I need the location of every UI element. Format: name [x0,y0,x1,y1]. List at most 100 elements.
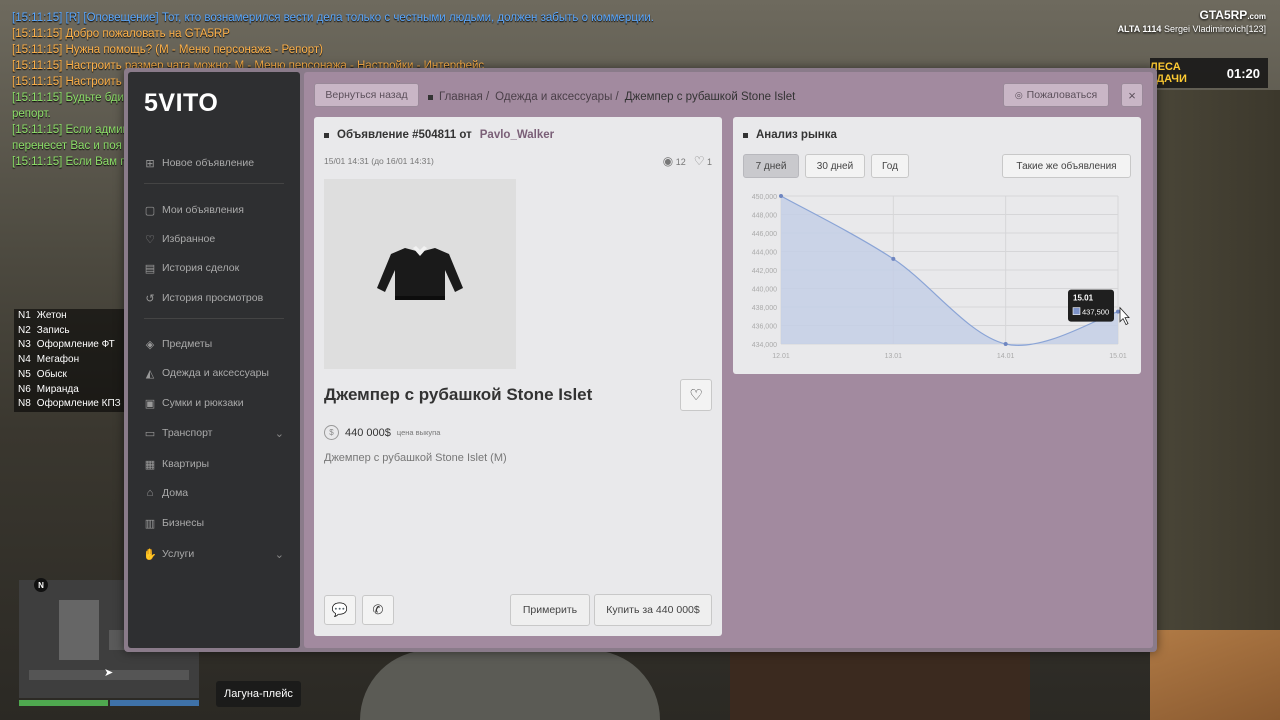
player-arrow-icon: ➤ [104,667,114,679]
try-on-button[interactable]: Примерить [510,594,590,626]
key-label: Запись [36,324,70,336]
buy-button[interactable]: Купить за 440 000$ [594,594,712,626]
coin-icon: $ [324,425,339,440]
tooltip-value: 437,500 [1082,308,1109,317]
sidebar-item-new-ad[interactable]: ⊞ Новое объявление [144,153,284,173]
sidebar-item-bags[interactable]: ▣ Сумки и рюкзаки [144,393,284,413]
phone-icon: ✆ [372,602,384,617]
ad-card: Объявление #504811 от Pavlo_Walker 15/01… [314,117,722,636]
chat-line: [15:11:15] Нужна помощь? (M - Меню персо… [12,44,323,56]
message-button[interactable]: 💬 [324,595,356,625]
same-ads-button[interactable]: Такие же объявления [1002,154,1131,178]
breadcrumb-current: Джемпер с рубашкой Stone Islet [624,91,796,103]
north-indicator: N [34,578,48,592]
breadcrumb-category[interactable]: Одежда и аксессуары / [495,91,619,103]
event-label: ЛЕСА УДАЧИ [1150,61,1187,85]
sidebar-item-views[interactable]: ↺ История просмотров [144,288,284,308]
key-label: Оформление ФТ [36,339,115,351]
y-tick-label: 450,000 [752,194,777,201]
key-code: N1 [18,310,31,321]
tab-year[interactable]: Год [871,154,909,178]
sidebar-item-label: Дома [162,487,189,499]
divider [144,183,284,184]
key-hint: N2 Запись [14,323,125,339]
sidebar-item-houses[interactable]: ⌂ Дома [144,483,284,503]
sidebar-item-label: Одежда и аксессуары [162,367,269,379]
sidebar-item-label: Новое объявление [162,157,255,169]
key-code: N6 [18,383,31,395]
back-button[interactable]: Вернуться назад [314,83,419,107]
y-tick-label: 446,000 [752,231,777,238]
series-area [781,196,1118,346]
bullet-icon [743,132,748,138]
favorite-button[interactable]: ♡ [680,379,712,411]
y-tick-label: 444,000 [752,250,777,257]
box-icon: ◈ [145,338,155,351]
key-code: N4 [18,354,31,366]
document-icon: ▤ [144,262,156,275]
close-button[interactable]: × [1121,83,1143,107]
sidebar-item-my-ads[interactable]: ▢ Мои объявления [144,200,284,220]
mouse-cursor-icon [1119,306,1130,326]
sidebar-item-favorites[interactable]: ♡ Избранное [144,229,284,249]
key-hint: N3 Оформление ФТ [14,338,125,354]
sidebar-item-label: Предметы [162,338,213,350]
sidebar-item-clothes[interactable]: ◭ Одежда и аксессуары [144,363,284,383]
x-tick-label: 12.01 [772,353,790,360]
y-tick-label: 440,000 [752,287,777,294]
sidebar-item-deals[interactable]: ▤ История сделок [144,258,284,278]
tab-30-days[interactable]: 30 дней [805,154,865,178]
key-label: Обыск [36,368,67,380]
sidebar-item-services[interactable]: ✋ Услуги ⌄ [143,544,284,564]
tooltip-swatch [1072,307,1081,315]
heart-icon: ♡ [689,387,703,404]
views-stat: ◉ 12 [663,154,686,168]
item-description: Джемпер с рубашкой Stone Islet (M) [324,452,507,464]
data-point [891,256,896,261]
sidebar-item-label: Сумки и рюкзаки [162,397,244,409]
sidebar-item-business[interactable]: ▥ Бизнесы [144,513,284,533]
sidebar-item-apartments[interactable]: ▦ Квартиры [144,454,284,474]
server-name: ALTA 1114 [1117,24,1162,34]
app-window: 5VITO ⊞ Новое объявление ▢ Мои объявления … [124,68,1157,652]
x-tick-label: 15.01 [1109,353,1127,360]
ad-header: Объявление #504811 от Pavlo_Walker [324,129,554,141]
market-header: Анализ рынка [743,129,837,141]
key-label: Оформление КПЗ [36,398,121,410]
breadcrumb-home[interactable]: Главная / [439,91,489,103]
y-tick-label: 434,000 [752,342,777,349]
divider [144,318,284,319]
price-chart: 434,000 436,000 438,000 440,000 442,000 444,0… [752,194,1130,360]
pin-icon: ◎ [1014,89,1023,100]
server-logo: GTA5RP.com [1199,8,1266,22]
y-tick-label: 438,000 [752,305,777,312]
price-value: 440 000$ [345,426,391,439]
house-icon: ⌂ [146,487,154,499]
sidebar-item-label: История просмотров [162,292,264,304]
ad-number: Объявление #504811 от [337,129,472,141]
document-icon: ▢ [144,204,156,217]
ad-date: 15/01 14:31 (до 16/01 14:31) [324,156,434,166]
price-block: $ 440 000$ цена выкупа [324,425,440,440]
key-hints: N1 Жетон N2 Запись N3 Оформление ФТ N4 Мегафон N… [14,309,125,412]
heart-icon: ♡ [145,233,155,246]
bullet-icon [428,94,433,100]
call-button[interactable]: ✆ [362,595,394,625]
tab-7-days[interactable]: 7 дней [743,154,799,178]
sidebar-item-label: Услуги [162,548,195,560]
sidebar-item-items[interactable]: ◈ Предметы [144,334,284,354]
key-code: N8 [18,398,31,410]
key-code: N2 [18,324,31,336]
chat-line: [15:11:15] Добро пожаловать на GTA5RP [12,28,230,40]
report-label: Пожаловаться [1026,89,1098,101]
key-code: N5 [18,368,31,380]
sidebar-item-label: Транспорт [162,427,213,439]
market-title: Анализ рынка [756,129,837,141]
report-button[interactable]: ◎ Пожаловаться [1003,83,1109,107]
player-info: ALTA 1114 Sergei Vladimirovich[123] [1118,24,1266,34]
sidebar-item-transport[interactable]: ▭ Транспорт ⌄ [144,423,284,443]
likes-stat: ♡ 1 [694,154,712,168]
y-tick-label: 448,000 [752,213,777,220]
street-name: Лагуна-плейс [216,681,301,707]
ad-author-link[interactable]: Pavlo_Walker [480,129,554,141]
